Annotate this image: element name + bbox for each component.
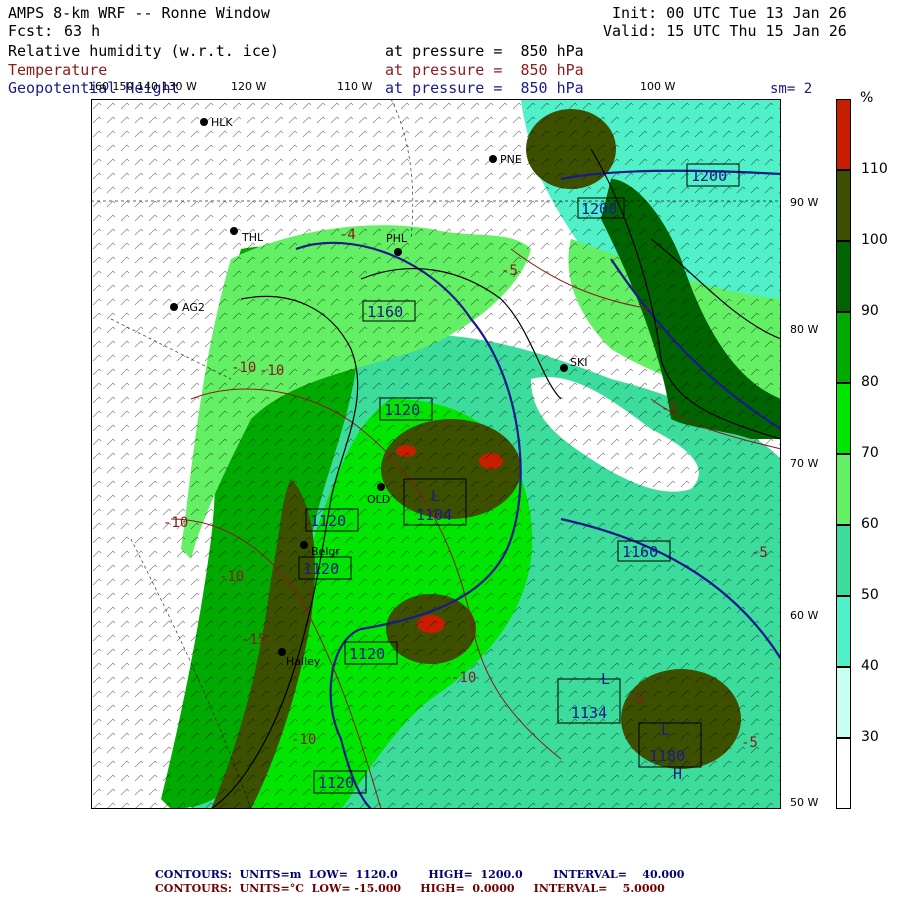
colorbar-tick: 70 (861, 445, 879, 461)
colorbar-segment (836, 596, 851, 667)
smoothing-label: sm= 2 (770, 81, 813, 97)
footer-height-contours: CONTOURS: UNITS=m LOW= 1120.0 HIGH= 1200… (155, 868, 685, 881)
svg-text:1180: 1180 (649, 747, 685, 765)
station-label: OLD (367, 493, 390, 506)
svg-text:1120: 1120 (310, 512, 346, 530)
lat-label: 90 W (790, 196, 819, 209)
colorbar-segment (836, 667, 851, 738)
temp-label: -10 (451, 670, 476, 686)
temp-label: -10 (231, 360, 256, 376)
temp-label: -10 (291, 732, 316, 748)
svg-text:1104: 1104 (416, 506, 452, 524)
lon-label: 110 W (337, 80, 373, 93)
low-marker: L (601, 670, 610, 688)
colorbar-segment (836, 383, 851, 454)
colorbar-tick: 90 (861, 303, 879, 319)
field-rh-name: Relative humidity (w.r.t. ice) (8, 42, 279, 60)
colorbar-segment (836, 241, 851, 312)
temp-label: -5 (661, 401, 678, 417)
colorbar-tick: 100 (861, 232, 888, 248)
temp-label: -10 (259, 363, 284, 379)
colorbar-segment (836, 454, 851, 525)
low-marker: L (661, 721, 670, 739)
colorbar-segment (836, 738, 851, 809)
colorbar-tick: 30 (861, 729, 879, 745)
lon-label: 120 W (231, 80, 267, 93)
station-label: AG2 (182, 301, 205, 314)
chart-title: AMPS 8-km WRF -- Ronne Window (8, 4, 270, 22)
init-time: Init: 00 UTC Tue 13 Jan 26 (612, 4, 847, 22)
svg-text:1160: 1160 (622, 543, 658, 561)
colorbar-tick: 60 (861, 516, 879, 532)
station-label: PHL (386, 232, 408, 245)
colorbar-tick: 80 (861, 374, 879, 390)
temp-label: -4 (339, 227, 356, 243)
svg-text:1200: 1200 (691, 167, 727, 185)
lon-label: 100 W (640, 80, 676, 93)
colorbar-segment (836, 525, 851, 596)
svg-text:1120: 1120 (303, 560, 339, 578)
temp-label: -5 (501, 263, 518, 279)
valid-time: Valid: 15 UTC Thu 15 Jan 26 (603, 22, 847, 40)
colorbar-segment (836, 170, 851, 241)
lat-label: 60 W (790, 609, 819, 622)
lat-label: 80 W (790, 323, 819, 336)
station-label: Belgr (311, 545, 340, 558)
height-label-box: 1200 (577, 197, 625, 219)
colorbar-unit: % (860, 90, 874, 106)
svg-text:1120: 1120 (384, 401, 420, 419)
fcst-label: Fcst: (8, 22, 54, 40)
colorbar-segment (836, 99, 851, 170)
svg-text:1120: 1120 (349, 645, 385, 663)
colorbar-tick: 50 (861, 587, 879, 603)
station-label: Halley (286, 655, 321, 668)
temp-label: -5 (751, 545, 768, 561)
colorbar-tick: 110 (861, 161, 888, 177)
colorbar-segment (836, 312, 851, 383)
station-label: THL (241, 231, 264, 244)
field-temp-pressure: at pressure = 850 hPa (385, 61, 584, 79)
temp-label: -5 (741, 735, 758, 751)
temp-label: -10 (219, 569, 244, 585)
svg-text:1120: 1120 (318, 774, 354, 792)
field-temp-name: Temperature (8, 61, 108, 79)
low-marker: L (431, 487, 440, 505)
lon-label: 160 150 140 130 W (88, 80, 197, 93)
svg-text:1134: 1134 (571, 704, 607, 722)
svg-text:1200: 1200 (581, 200, 617, 218)
wind-barbs (91, 99, 781, 809)
fcst-value: 63 h (64, 22, 101, 40)
temp-label: -5 (627, 691, 644, 707)
lat-label: 50 W (790, 796, 819, 809)
field-height-pressure: at pressure = 850 hPa (385, 79, 584, 97)
field-rh-pressure: at pressure = 850 hPa (385, 42, 584, 60)
lat-label: 70 W (790, 457, 819, 470)
temp-label: -10 (163, 515, 188, 531)
high-marker: H (673, 765, 682, 783)
colorbar-tick: 40 (861, 658, 879, 674)
temp-label: -15 (241, 632, 266, 648)
footer-temp-contours: CONTOURS: UNITS=°C LOW= -15.000 HIGH= 0.… (155, 882, 665, 895)
svg-text:1160: 1160 (367, 303, 403, 321)
station-label: SKI (570, 356, 587, 369)
station-label: PNE (500, 153, 522, 166)
station-label: HLK (211, 116, 233, 129)
rh-map: HLK PNE THL PHL AG2 SKI OLD Belgr Halley… (91, 99, 781, 809)
